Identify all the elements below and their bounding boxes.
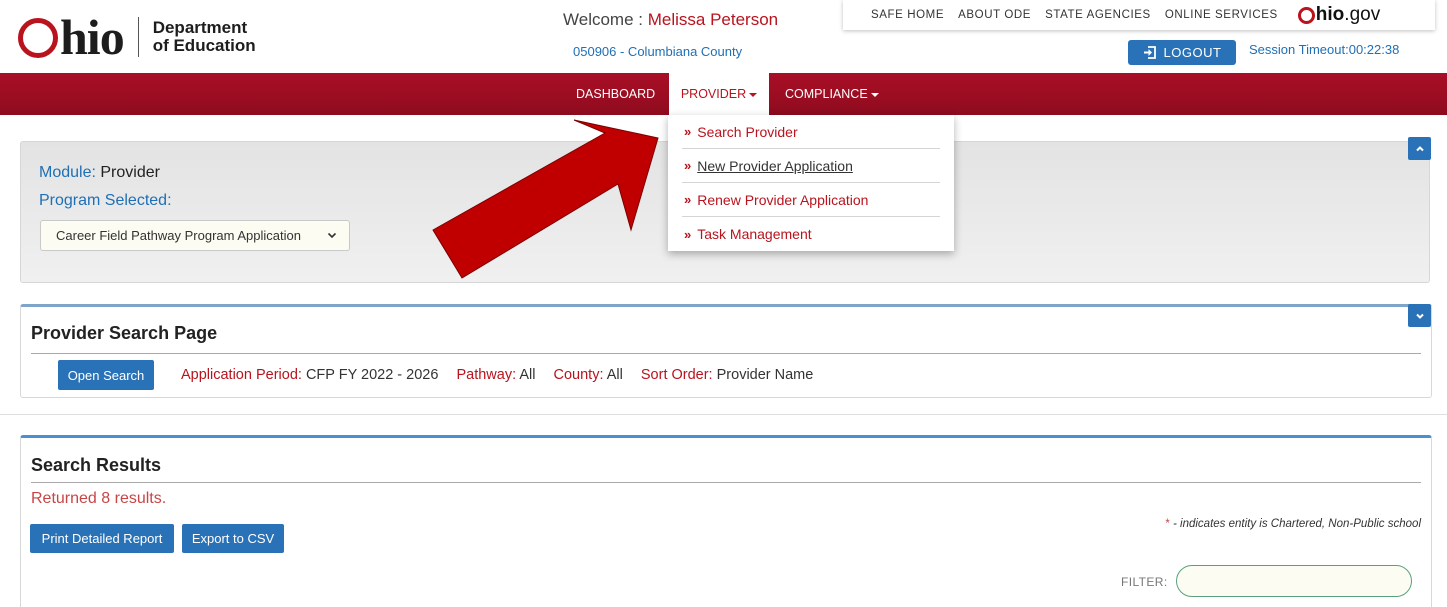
top-link-state-agencies[interactable]: STATE AGENCIES — [1045, 9, 1151, 21]
export-csv-button[interactable]: Export to CSV — [182, 524, 284, 553]
criteria-value-pathway: All — [519, 367, 536, 383]
filter-label: FILTER: — [1121, 575, 1168, 589]
search-criteria: Application Period: CFP FY 2022 - 2026 P… — [181, 367, 813, 383]
results-count: Returned 8 results. — [31, 490, 167, 507]
logout-label: LOGOUT — [1163, 45, 1222, 60]
nav-provider-label: PROVIDER — [680, 87, 747, 101]
filter-input[interactable] — [1176, 565, 1412, 597]
section-separator — [0, 414, 1447, 415]
menu-item-label: Renew Provider Application — [697, 191, 869, 208]
menu-item-renew-provider-application[interactable]: » Renew Provider Application — [682, 183, 940, 217]
welcome-prefix: Welcome : — [563, 10, 648, 29]
logo-dept-line1: Department — [152, 18, 248, 37]
top-links-bar: SAFE HOME ABOUT ODE STATE AGENCIES ONLIN… — [843, 0, 1435, 30]
ohio-education-logo[interactable]: hio Department of Education — [18, 10, 256, 64]
module-value: Provider — [100, 164, 160, 181]
print-detailed-report-button[interactable]: Print Detailed Report — [30, 524, 174, 553]
logo-o-ring-icon — [18, 18, 58, 58]
criteria-label-sort-order: Sort Order: — [640, 367, 713, 383]
double-chevron-right-icon: » — [684, 226, 692, 242]
logo-dept-line2: of Education — [152, 36, 256, 55]
logo-ohio-wordmark: hio — [18, 9, 125, 65]
top-link-online-services[interactable]: ONLINE SERVICES — [1165, 9, 1278, 21]
ohio-gov-o-icon — [1297, 6, 1315, 24]
chevron-down-icon — [327, 232, 337, 239]
expand-panel-button[interactable] — [1408, 304, 1431, 327]
ohio-gov-logo[interactable]: hio .gov — [1297, 4, 1381, 26]
criteria-label-county: County: — [553, 367, 604, 383]
welcome-user-name: Melissa Peterson — [647, 10, 779, 29]
top-link-safe-home[interactable]: SAFE HOME — [871, 9, 944, 21]
menu-item-label: New Provider Application — [697, 157, 853, 174]
program-selected-label: Program Selected: — [39, 192, 172, 209]
chartered-legend-note: * - indicates entity is Chartered, Non-P… — [1165, 518, 1421, 530]
legend-text: - indicates entity is Chartered, Non-Pub… — [1169, 518, 1421, 530]
menu-item-search-provider[interactable]: » Search Provider — [682, 115, 940, 149]
session-timeout: Session Timeout:00:22:38 — [1249, 42, 1400, 57]
open-search-button[interactable]: Open Search — [58, 360, 154, 390]
nav-item-provider[interactable]: PROVIDER — [669, 73, 769, 115]
section-divider — [31, 482, 1421, 483]
double-chevron-right-icon: » — [684, 124, 692, 139]
welcome-message: Welcome : Melissa Peterson — [563, 10, 778, 30]
logo-department-text: Department of Education — [153, 19, 256, 55]
menu-item-label: Search Provider — [697, 123, 798, 140]
provider-dropdown-menu: » Search Provider » New Provider Applicati… — [668, 115, 954, 251]
module-label: Module: — [39, 164, 96, 181]
site-header: hio Department of Education Welcome : Me… — [0, 0, 1447, 73]
menu-item-new-provider-application[interactable]: » New Provider Application — [682, 149, 940, 183]
caret-down-icon — [870, 93, 879, 97]
nav-compliance-label: COMPLIANCE — [785, 87, 868, 101]
ohio-gov-brand: hio — [1315, 4, 1345, 25]
caret-down-icon — [749, 93, 758, 97]
district-link[interactable]: 050906 - Columbiana County — [573, 44, 742, 59]
chevron-down-icon — [1415, 313, 1424, 319]
results-panel-title: Search Results — [31, 455, 162, 475]
module-line: Module: Provider — [39, 164, 160, 182]
top-link-about-ode[interactable]: ABOUT ODE — [958, 9, 1031, 21]
criteria-label-application-period: Application Period: — [181, 367, 302, 383]
menu-item-task-management[interactable]: » Task Management — [682, 217, 940, 251]
nav-item-dashboard[interactable]: DASHBOARD — [576, 73, 655, 115]
sign-out-icon — [1143, 46, 1156, 59]
criteria-value-sort-order: Provider Name — [716, 367, 814, 383]
logo-divider — [137, 17, 139, 57]
criteria-value-application-period: CFP FY 2022 - 2026 — [305, 367, 439, 383]
collapse-panel-button[interactable] — [1408, 137, 1431, 160]
program-select[interactable]: Career Field Pathway Program Application — [40, 220, 350, 251]
logo-word: hio — [60, 9, 125, 65]
criteria-label-pathway: Pathway: — [456, 367, 517, 383]
provider-search-panel: Provider Search Page Open Search Applica… — [20, 304, 1432, 398]
menu-item-label: Task Management — [697, 226, 812, 242]
double-chevron-right-icon: » — [684, 158, 692, 173]
main-nav: DASHBOARD PROVIDER COMPLIANCE — [0, 73, 1447, 115]
chevron-up-icon — [1415, 145, 1424, 151]
nav-dashboard-label: DASHBOARD — [576, 87, 656, 101]
search-panel-title: Provider Search Page — [31, 323, 218, 343]
criteria-value-county: All — [606, 367, 623, 383]
section-divider — [31, 353, 1421, 354]
ohio-gov-suffix: .gov — [1344, 4, 1381, 25]
program-select-value: Career Field Pathway Program Application — [56, 228, 301, 243]
search-results-panel: Search Results Returned 8 results. Print… — [20, 435, 1432, 607]
double-chevron-right-icon: » — [684, 192, 692, 207]
nav-item-compliance[interactable]: COMPLIANCE — [785, 73, 879, 115]
logout-button[interactable]: LOGOUT — [1128, 40, 1236, 65]
